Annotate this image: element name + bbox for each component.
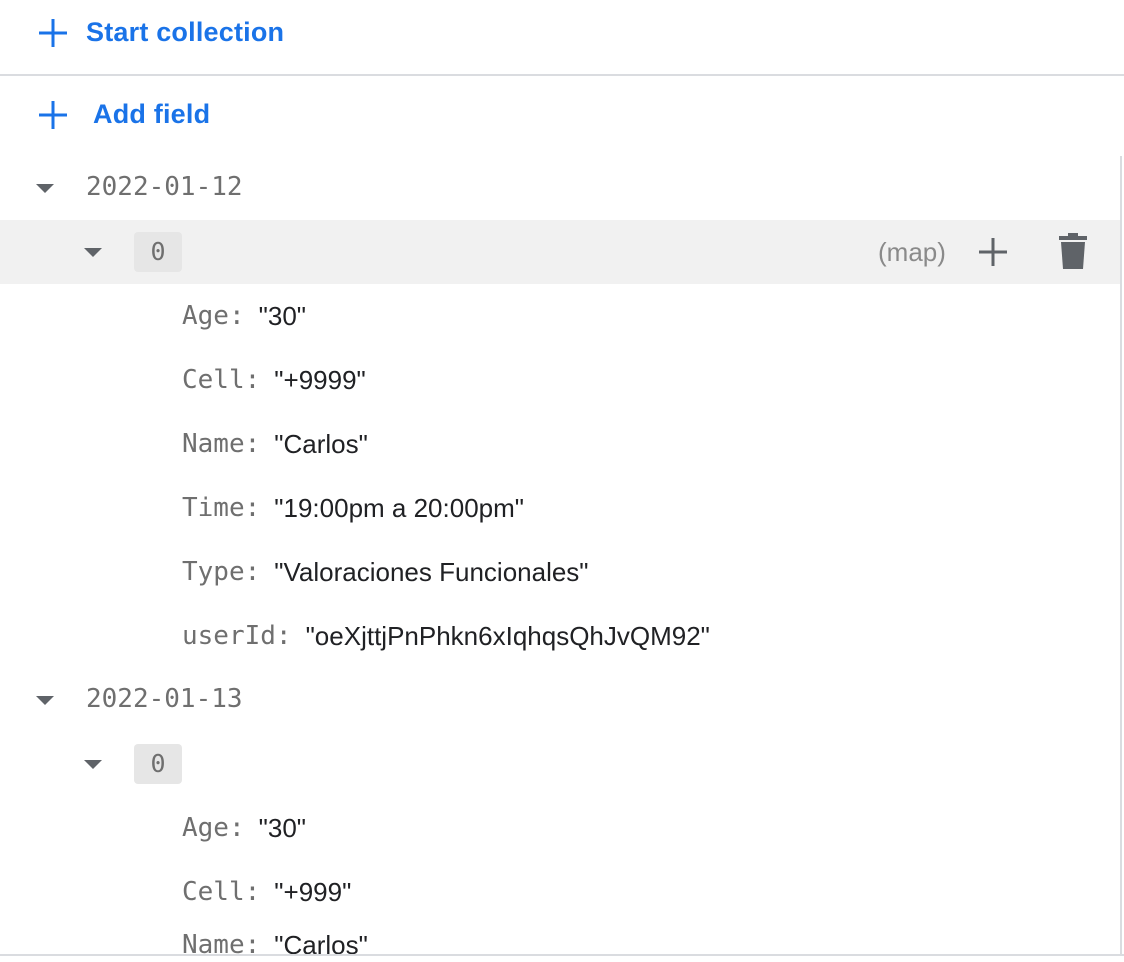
field-key: Name:: [182, 930, 261, 954]
start-collection-button[interactable]: Start collection: [38, 17, 284, 48]
panel-right-border: [1120, 156, 1122, 956]
field-value: "Valoraciones Funcionales": [274, 556, 589, 587]
field-row[interactable]: Age: "30": [182, 296, 306, 336]
map-row[interactable]: 0 (map): [0, 220, 1120, 284]
field-row[interactable]: Cell: "+999": [182, 872, 351, 912]
field-value: "30": [258, 300, 307, 331]
top-toolbar: Start collection: [0, 0, 1124, 76]
field-value: "+999": [274, 876, 352, 907]
field-row[interactable]: Age: "30": [182, 808, 306, 848]
field-key: Cell:: [182, 365, 261, 395]
field-value: "Carlos": [274, 428, 368, 459]
field-row[interactable]: Name: "Carlos": [182, 424, 368, 464]
field-value: "Carlos": [274, 930, 368, 954]
plus-icon: [39, 18, 67, 47]
field-value: "19:00pm a 20:00pm": [274, 492, 525, 523]
field-row-partial[interactable]: Name: "Carlos": [182, 930, 368, 954]
add-field-button[interactable]: Add field: [38, 99, 210, 130]
panel-bottom-border: [0, 954, 1124, 956]
add-field-label: Add field: [93, 99, 211, 129]
array-index-chip[interactable]: 0: [134, 232, 182, 272]
field-key: Type:: [182, 557, 261, 587]
caret-down-icon[interactable]: [84, 248, 102, 257]
plus-icon: [39, 100, 67, 129]
caret-down-icon[interactable]: [36, 696, 54, 705]
field-row[interactable]: Time: "19:00pm a 20:00pm": [182, 488, 524, 528]
field-value: "+9999": [274, 364, 366, 395]
field-type-label: (map): [878, 237, 946, 267]
field-row[interactable]: userId: "oeXjttjPnPhkn6xIqhqsQhJvQM92": [182, 616, 710, 656]
field-name-date[interactable]: 2022-01-12: [86, 172, 243, 202]
caret-down-icon[interactable]: [36, 184, 54, 193]
start-collection-label: Start collection: [86, 17, 285, 47]
array-index-chip[interactable]: 0: [134, 744, 182, 784]
trash-icon[interactable]: [1059, 233, 1087, 269]
field-key: Time:: [182, 493, 261, 523]
field-value: "30": [258, 812, 307, 843]
field-row[interactable]: Type: "Valoraciones Funcionales": [182, 552, 589, 592]
field-key: Cell:: [182, 877, 261, 907]
field-key: userId:: [182, 621, 292, 651]
field-key: Name:: [182, 429, 261, 459]
field-row[interactable]: Cell: "+9999": [182, 360, 366, 400]
field-name-date[interactable]: 2022-01-13: [86, 684, 243, 714]
field-value: "oeXjttjPnPhkn6xIqhqsQhJvQM92": [305, 620, 710, 651]
field-key: Age:: [182, 813, 245, 843]
field-key: Age:: [182, 301, 245, 331]
add-icon[interactable]: [977, 236, 1009, 268]
caret-down-icon[interactable]: [84, 760, 102, 769]
